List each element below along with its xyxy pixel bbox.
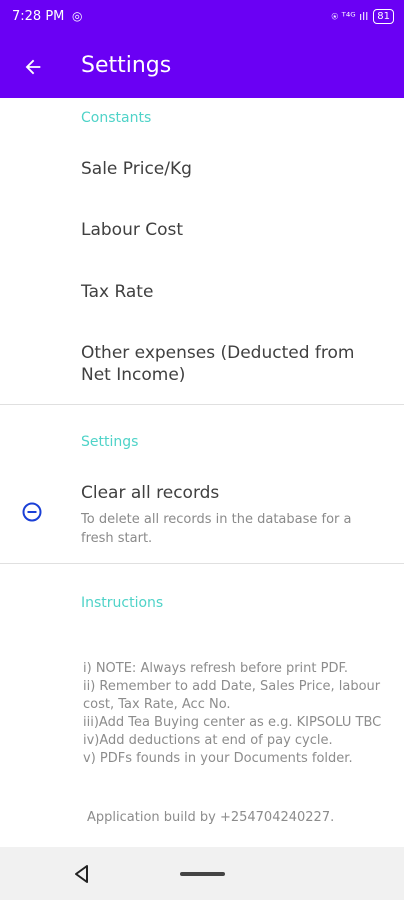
clear-all-records[interactable]: Clear all records To delete all records … [81, 482, 378, 548]
instruction-line: v) PDFs founds in your Documents folder. [83, 751, 353, 766]
battery-icon: 81 [373, 9, 394, 24]
instructions-header: Instructions [81, 595, 164, 611]
setting-other-expenses[interactable]: Other expenses (Deducted from Net Income… [81, 342, 378, 386]
status-bar: 7:28 PM ◎ ⍟ ᵀ⁴ᴳ ıll 81 [0, 0, 404, 36]
setting-tax-rate[interactable]: Tax Rate [81, 281, 378, 303]
back-button[interactable] [16, 50, 50, 84]
instructions-text: i) NOTE: Always refresh before print PDF… [83, 660, 383, 768]
clear-all-records-title: Clear all records [81, 483, 220, 503]
instruction-line: i) NOTE: Always refresh before print PDF… [83, 661, 348, 676]
arrow-left-icon [25, 59, 41, 75]
setting-other-expenses-label: Other expenses (Deducted from Net Income… [81, 343, 355, 385]
credit-text: Application build by +254704240227. [87, 810, 335, 825]
instruction-line: iv)Add deductions at end of pay cycle. [83, 733, 333, 748]
whatsapp-icon: ◎ [72, 9, 83, 23]
instruction-line: iii)Add Tea Buying center as e.g. KIPSOL… [83, 715, 382, 730]
clear-all-records-subtitle: To delete all records in the database fo… [81, 512, 352, 546]
divider [0, 404, 404, 405]
setting-sale-price[interactable]: Sale Price/Kg [81, 158, 378, 180]
home-pill-icon[interactable] [180, 872, 225, 876]
minus-circle-icon [22, 502, 42, 522]
battery-level: 81 [377, 11, 390, 22]
setting-labour-cost[interactable]: Labour Cost [81, 219, 378, 241]
triangle-back-icon[interactable] [72, 864, 92, 884]
app-bar: Settings [0, 36, 404, 98]
setting-tax-rate-label: Tax Rate [81, 282, 154, 302]
settings-header: Settings [81, 434, 139, 450]
constants-header: Constants [81, 110, 152, 126]
page-title: Settings [81, 53, 172, 78]
status-icons: ⍟ ᵀ⁴ᴳ ıll 81 [331, 9, 394, 24]
setting-labour-cost-label: Labour Cost [81, 220, 184, 240]
network-icons: ⍟ ᵀ⁴ᴳ ıll [331, 9, 369, 23]
status-time: 7:28 PM [12, 9, 65, 24]
instruction-line: ii) Remember to add Date, Sales Price, l… [83, 679, 381, 712]
setting-sale-price-label: Sale Price/Kg [81, 159, 192, 179]
divider [0, 563, 404, 564]
